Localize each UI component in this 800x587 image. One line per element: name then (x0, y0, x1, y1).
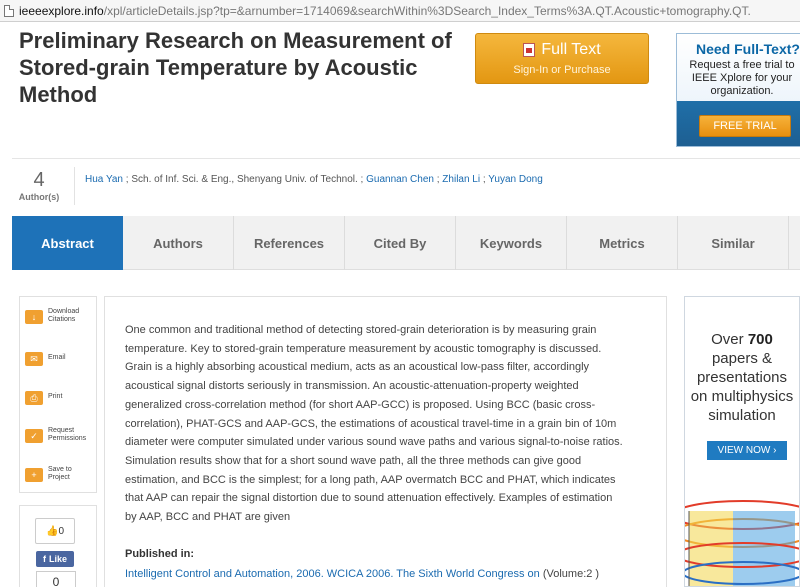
email-icon: ✉ (25, 352, 43, 366)
facebook-icon: f (42, 554, 46, 564)
ad-line: on multiphysics (690, 388, 794, 405)
tab-similar[interactable]: Similar (678, 216, 789, 270)
need-full-text-panel: Need Full-Text? Request a free trial to … (676, 33, 800, 147)
url-host: ieeeexplore.info (19, 3, 104, 18)
save-to-project-button[interactable]: + Save to Project (25, 466, 95, 482)
publication-link[interactable]: Intelligent Control and Automation, 2006… (125, 568, 540, 580)
tab-keywords[interactable]: Keywords (456, 216, 567, 270)
author-link[interactable]: Zhilan Li (442, 174, 480, 185)
print-icon: ⎙ (25, 391, 43, 405)
print-button[interactable]: ⎙ Print (25, 389, 95, 405)
author-separator: ; (482, 174, 486, 185)
tab-references[interactable]: References (234, 216, 345, 270)
sign-in-purchase-label: Sign-In or Purchase (513, 64, 611, 76)
url-path: /xpl/articleDetails.jsp?tp=&arnumber=171… (103, 3, 751, 18)
author-link[interactable]: Yuyan Dong (488, 174, 543, 185)
view-now-button[interactable]: VIEW NOW › (707, 441, 787, 460)
abstract-text: One common and traditional method of det… (125, 324, 623, 524)
ad-line: presentations (696, 369, 788, 386)
author-count-number: 4 (33, 169, 45, 191)
tab-authors[interactable]: Authors (123, 216, 234, 270)
social-box: 👍 0 f Like 0 (19, 505, 97, 587)
tool-label: Email (48, 354, 66, 361)
full-text-label: Full Text (541, 41, 601, 58)
tool-label: Download Citations (48, 308, 80, 323)
need-full-text-body: Request a free trial to IEEE Xplore for … (689, 59, 795, 97)
published-in-label: Published in: (125, 548, 195, 560)
authors-strip: 4 Author(s) Hua Yan ; Sch. of Inf. Sci. … (12, 158, 800, 210)
published-in-value: Intelligent Control and Automation, 2006… (125, 568, 599, 580)
pdf-icon (523, 43, 536, 57)
tab-abstract[interactable]: Abstract (12, 216, 123, 270)
article-tabs: Abstract Authors References Cited By Key… (12, 216, 800, 270)
abstract-panel: One common and traditional method of det… (104, 296, 667, 587)
simulation-graphic-icon (685, 500, 799, 586)
ad-line: Over 700 (685, 330, 799, 349)
email-button[interactable]: ✉ Email (25, 350, 95, 366)
full-text-button[interactable]: Full Text Sign-In or Purchase (475, 33, 649, 84)
tool-label: Save to Project (48, 466, 72, 481)
free-trial-button[interactable]: FREE TRIAL (699, 115, 791, 137)
permissions-icon: ✓ (25, 429, 43, 443)
author-count-label: Author(s) (18, 192, 60, 202)
tab-cited-by[interactable]: Cited By (345, 216, 456, 270)
ad-over: Over (711, 331, 744, 348)
author-separator: ; (436, 174, 440, 185)
request-permissions-button[interactable]: ✓ Request Permissions (25, 427, 95, 443)
divider (74, 167, 75, 205)
page-icon (4, 4, 14, 17)
need-full-text-heading: Need Full-Text? (696, 41, 800, 57)
page-title: Preliminary Research on Measurement of S… (19, 28, 452, 107)
page: ieeeexplore.info/xpl/articleDetails.jsp?… (0, 0, 800, 587)
multiphysics-ad[interactable]: Over 700 papers & presentations on multi… (684, 296, 800, 587)
download-icon: ↓ (25, 310, 43, 324)
facebook-like-label: Like (48, 554, 67, 564)
ad-line: papers & (711, 350, 773, 367)
ad-line: simulation (708, 407, 776, 424)
author-link[interactable]: Guannan Chen (366, 174, 434, 185)
author-link[interactable]: Hua Yan (85, 174, 123, 185)
tab-metrics[interactable]: Metrics (567, 216, 678, 270)
tool-label: Request Permissions (48, 427, 87, 442)
publication-volume: (Volume:2 ) (542, 568, 600, 580)
author-affiliation: ; Sch. of Inf. Sci. & Eng., Shenyang Uni… (125, 174, 364, 185)
author-list: Hua Yan ; Sch. of Inf. Sci. & Eng., Shen… (85, 174, 543, 185)
tool-label: Print (48, 393, 63, 400)
save-icon: + (25, 468, 43, 482)
facebook-like-count: 0 (36, 571, 76, 587)
thumbs-up-button[interactable]: 👍 0 (35, 518, 75, 544)
facebook-like-button[interactable]: f Like (36, 551, 74, 567)
ad-number: 700 (747, 331, 773, 348)
thumbs-up-icon: 👍 (45, 525, 59, 537)
download-citations-button[interactable]: ↓ Download Citations (25, 308, 95, 324)
address-bar[interactable]: ieeeexplore.info/xpl/articleDetails.jsp?… (0, 0, 800, 22)
article-tools: ↓ Download Citations ✉ Email ⎙ Print ✓ R… (19, 296, 97, 493)
author-count: 4 Author(s) (12, 169, 66, 202)
like-count: 0 (58, 525, 64, 537)
